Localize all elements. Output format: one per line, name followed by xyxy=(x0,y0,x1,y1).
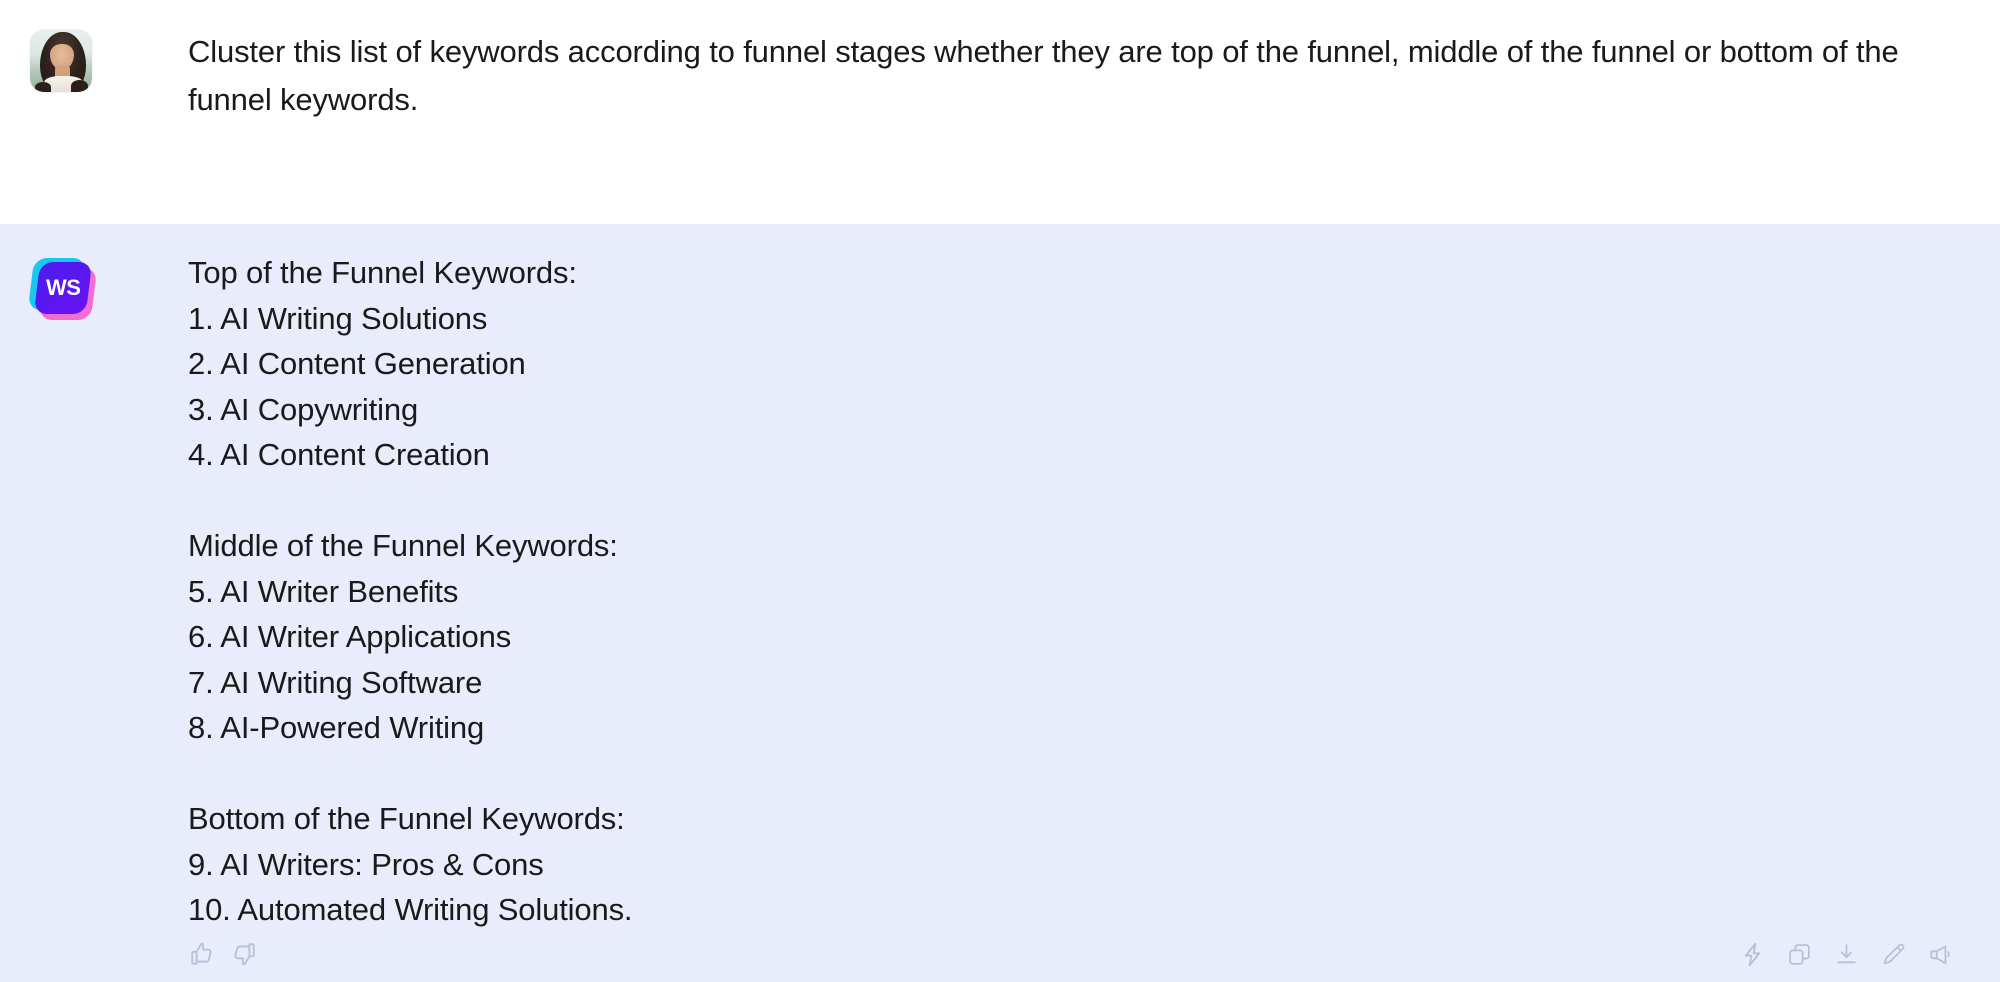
assistant-line: 1. AI Writing Solutions xyxy=(188,300,488,336)
assistant-line: Bottom of the Funnel Keywords: xyxy=(188,801,625,836)
assistant-line: 3. AI Copywriting xyxy=(188,391,419,427)
assistant-line: Middle of the Funnel Keywords: xyxy=(188,528,618,563)
user-message-column: Cluster this list of keywords according … xyxy=(188,28,2000,124)
assistant-line: 6. AI Writer Applications xyxy=(188,619,512,654)
assistant-message-turn: WS Top of the Funnel Keywords: 1. AI Writ… xyxy=(0,224,2000,982)
assistant-line: 7. AI Writing Software xyxy=(188,664,483,700)
assistant-line-spacer xyxy=(188,751,1940,797)
assistant-message-text: Top of the Funnel Keywords: 1. AI Writing… xyxy=(188,250,1940,933)
assistant-line: Top of the Funnel Keywords: xyxy=(188,255,577,290)
pencil-icon[interactable] xyxy=(1879,940,1907,968)
user-message-text: Cluster this list of keywords according … xyxy=(188,34,1899,117)
copy-icon[interactable] xyxy=(1785,940,1813,968)
assistant-line: 8. AI-Powered Writing xyxy=(188,710,485,745)
user-avatar-photo xyxy=(30,30,92,92)
avatar-shoulder-left xyxy=(34,82,52,92)
avatar-shoulder-right xyxy=(70,79,89,92)
assistant-line: 4. AI Content Creation xyxy=(188,437,490,472)
logo-square-blue: WS xyxy=(33,262,93,314)
user-message-turn: Cluster this list of keywords according … xyxy=(0,0,2000,224)
message-action-bar xyxy=(0,926,2000,982)
logo-text: WS xyxy=(45,275,81,300)
assistant-avatar-column: WS xyxy=(0,250,188,322)
assistant-line: 9. AI Writers: Pros & Cons xyxy=(188,846,544,882)
assistant-message-column: Top of the Funnel Keywords: 1. AI Writing… xyxy=(188,250,2000,933)
thumbs-down-icon[interactable] xyxy=(230,940,258,968)
megaphone-icon[interactable] xyxy=(1926,940,1954,968)
chat-conversation: Cluster this list of keywords according … xyxy=(0,0,2000,982)
assistant-line-spacer xyxy=(188,478,1940,524)
lightning-bolt-icon[interactable] xyxy=(1738,940,1766,968)
assistant-line: 5. AI Writer Benefits xyxy=(188,573,459,609)
assistant-line: 2. AI Content Generation xyxy=(188,346,526,381)
message-tool-actions xyxy=(1738,940,1954,968)
writesonic-logo-icon: WS xyxy=(27,256,98,322)
thumbs-up-icon[interactable] xyxy=(188,940,216,968)
user-avatar-column xyxy=(0,28,188,92)
download-icon[interactable] xyxy=(1832,940,1860,968)
feedback-actions xyxy=(188,940,258,968)
